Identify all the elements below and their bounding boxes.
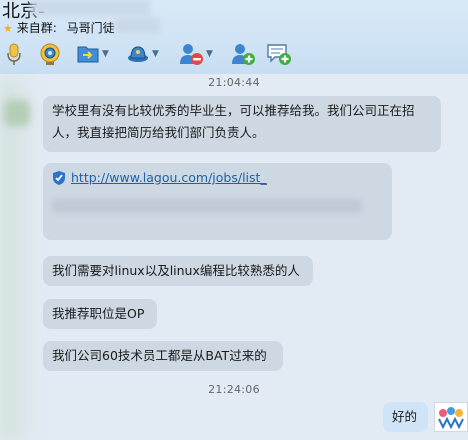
add-member-button[interactable]	[230, 40, 256, 68]
star-icon: ★	[3, 22, 13, 35]
my-avatar[interactable]	[434, 402, 468, 432]
video-button[interactable]	[38, 40, 62, 68]
link-row: http://www.lagou.com/jobs/list_	[52, 167, 383, 189]
my-message-bubble: 好的	[383, 402, 428, 432]
camera-icon	[40, 43, 60, 65]
file-transfer-button[interactable]: ▼	[76, 40, 109, 68]
new-message-button[interactable]	[266, 40, 292, 68]
app-hat-icon	[128, 46, 148, 62]
chevron-down-icon[interactable]: ▼	[102, 49, 109, 59]
message-text: 我们公司60技术员工都是从BAT过来的	[52, 348, 267, 363]
shield-icon	[53, 171, 65, 185]
toolbar: ▼ ▼ ▼	[0, 40, 468, 68]
source-label: 来自群:	[16, 21, 57, 35]
microphone-icon	[7, 43, 21, 65]
chevron-down-icon[interactable]: ▼	[152, 49, 159, 59]
chevron-down-icon[interactable]: ▼	[206, 49, 213, 59]
redacted-text	[52, 199, 362, 213]
message-text: 我们需要对linux以及linux编程比较熟悉的人	[52, 263, 300, 278]
message-bubble: 我们公司60技术员工都是从BAT过来的	[43, 341, 283, 371]
message-bubble: 我们需要对linux以及linux编程比较熟悉的人	[43, 256, 313, 286]
message-text: 我推荐职位是OP	[52, 306, 145, 321]
remove-member-button[interactable]: ▼	[178, 40, 213, 68]
new-message-icon	[267, 44, 291, 65]
redacted-group	[115, 18, 160, 33]
timestamp: 21:04:44	[208, 76, 260, 89]
message-bubble: 我推荐职位是OP	[43, 299, 157, 329]
avatar-logo-icon	[438, 407, 464, 430]
message-text: 好的	[392, 409, 418, 424]
message-bubble: http://www.lagou.com/jobs/list_	[43, 163, 392, 240]
chat-header: 北京- ★ 来自群: 马哥门徒 ▼ ▼ ▼	[0, 0, 468, 74]
group-name[interactable]: 马哥门徒	[67, 21, 115, 35]
voice-button[interactable]	[6, 40, 22, 68]
avatar[interactable]	[4, 100, 30, 126]
message-text: 学校里有没有比较优秀的毕业生，可以推荐给我。我们公司正在招人，我直接把简历给我们…	[52, 103, 415, 140]
apps-button[interactable]: ▼	[126, 40, 159, 68]
add-user-icon	[232, 44, 255, 65]
folder-transfer-icon	[77, 46, 99, 63]
group-source: ★ 来自群: 马哥门徒	[3, 19, 115, 36]
job-link[interactable]: http://www.lagou.com/jobs/list_	[71, 167, 267, 189]
message-bubble: 学校里有没有比较优秀的毕业生，可以推荐给我。我们公司正在招人，我直接把简历给我们…	[43, 96, 441, 152]
timestamp: 21:24:06	[208, 383, 260, 396]
remove-user-icon	[180, 44, 203, 65]
redacted-title	[30, 0, 150, 16]
